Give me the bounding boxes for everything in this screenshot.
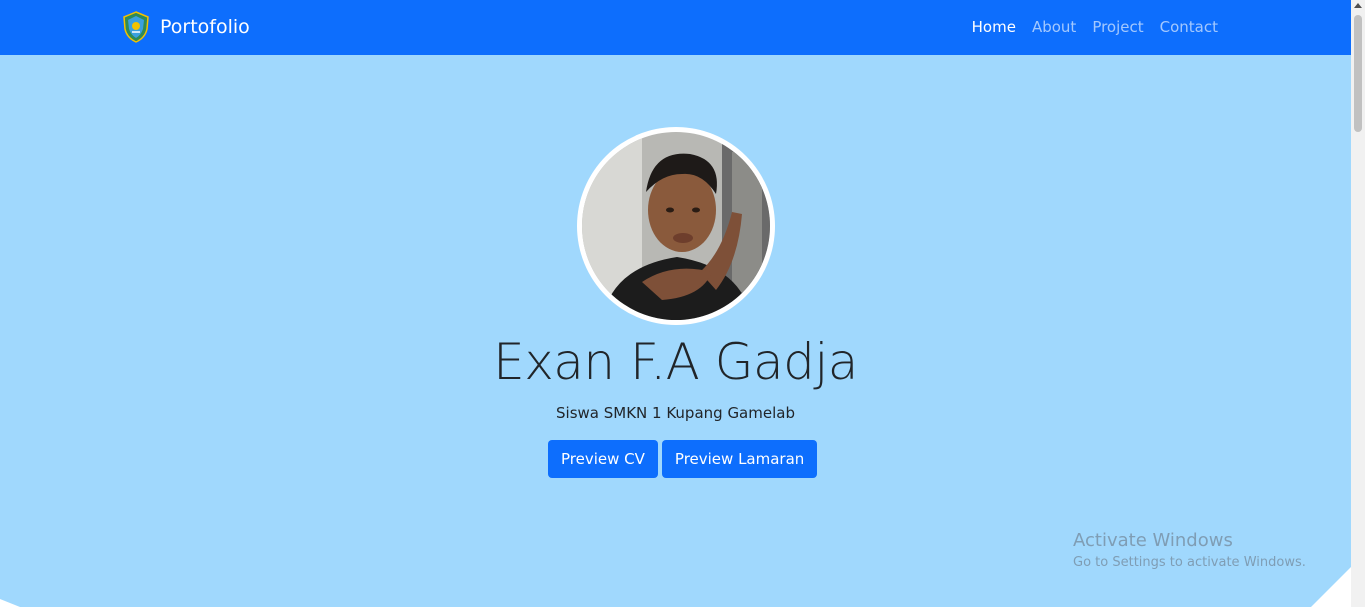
brand-link[interactable]: Portofolio xyxy=(122,11,250,43)
windows-watermark-title: Activate Windows xyxy=(1073,530,1233,551)
hero-name: Exan F.A Gadja xyxy=(493,333,858,391)
hero-subtitle: Siswa SMKN 1 Kupang Gamelab xyxy=(556,404,795,422)
scrollbar[interactable] xyxy=(1351,0,1365,607)
profile-photo xyxy=(582,132,770,320)
hero-buttons: Preview CV Preview Lamaran xyxy=(548,440,818,478)
nav-link-project[interactable]: Project xyxy=(1084,17,1151,37)
hero-section: Exan F.A Gadja Siswa SMKN 1 Kupang Gamel… xyxy=(0,55,1351,607)
wave-decoration-right xyxy=(1311,567,1351,607)
navbar: Portofolio Home About Project Contact xyxy=(0,0,1351,55)
wave-decoration-left xyxy=(0,599,20,607)
nav-link-contact[interactable]: Contact xyxy=(1152,17,1226,37)
preview-cv-button[interactable]: Preview CV xyxy=(548,440,658,478)
brand-text: Portofolio xyxy=(160,16,250,38)
scroll-up-arrow-icon[interactable] xyxy=(1354,3,1362,8)
preview-lamaran-button[interactable]: Preview Lamaran xyxy=(661,440,818,478)
scroll-thumb[interactable] xyxy=(1354,15,1362,132)
nav-link-about[interactable]: About xyxy=(1024,17,1084,37)
nav-links: Home About Project Contact xyxy=(964,17,1226,37)
shield-logo-icon xyxy=(123,11,149,43)
nav-link-home[interactable]: Home xyxy=(964,17,1024,37)
avatar-frame xyxy=(577,127,775,325)
windows-watermark-subtitle: Go to Settings to activate Windows. xyxy=(1073,555,1306,570)
